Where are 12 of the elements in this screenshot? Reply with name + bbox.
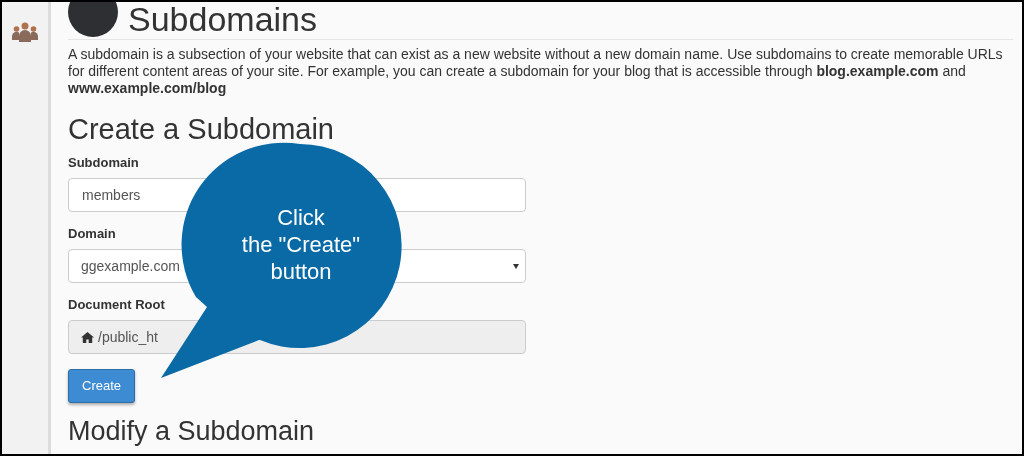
create-button[interactable]: Create — [68, 369, 136, 403]
page-logo — [68, 2, 118, 37]
page-title: Subdomains — [128, 2, 317, 37]
field-label: Subdomain — [68, 154, 139, 172]
home-icon — [81, 331, 94, 343]
caret-icon — [513, 263, 519, 269]
field-label: Document Root — [68, 296, 165, 314]
field-label: Domain — [68, 225, 116, 243]
section-heading: Modify a Subdomain — [68, 415, 316, 447]
users-icon[interactable] — [12, 22, 38, 42]
section-heading: Create a Subdomain — [68, 112, 335, 147]
description: A subdomain is a subsection of your website that can exist as a new website without a new domain name. Use subdomains to create memorable URLs for different content areas of your site. For example, you can create a subdomain for your blog that is accessible through blog.example.com and www.example.com/blog — [68, 46, 1004, 97]
